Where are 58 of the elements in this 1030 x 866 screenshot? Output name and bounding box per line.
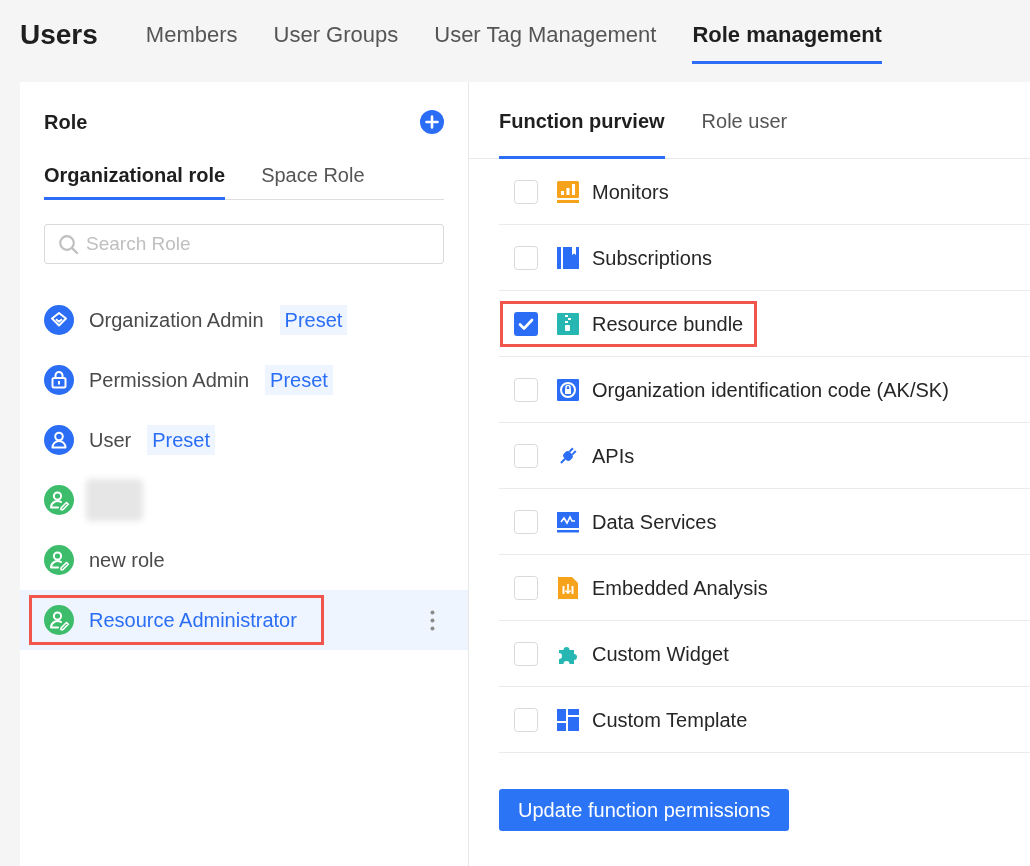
lock-badge-icon (556, 377, 580, 402)
more-icon[interactable] (430, 609, 435, 631)
bar-chart-icon (556, 179, 580, 204)
lock-icon (44, 365, 74, 395)
role-list-item[interactable]: User Preset (20, 410, 468, 470)
function-label: Resource bundle (592, 311, 744, 336)
role-type-tab[interactable]: Space Role (261, 163, 365, 200)
function-label: APIs (592, 443, 635, 468)
preset-badge: Preset (279, 305, 348, 335)
checkbox[interactable] (514, 443, 538, 468)
preset-badge: Preset (265, 365, 333, 395)
role-name: Resource Administrator (89, 608, 297, 632)
function-label: Embedded Analysis (592, 575, 768, 600)
person-edit-icon (44, 545, 74, 575)
role-list-item[interactable]: Permission Admin Preset (20, 350, 468, 410)
person-edit-icon (44, 485, 74, 515)
checkbox[interactable] (514, 707, 538, 732)
role-name: User (89, 428, 132, 452)
role-list-item[interactable]: new role (20, 530, 468, 590)
checkbox[interactable] (514, 311, 538, 336)
function-label: Subscriptions (592, 245, 713, 270)
function-label: Data Services (592, 509, 717, 534)
checkbox[interactable] (514, 179, 538, 204)
function-label: Custom Widget (592, 641, 729, 666)
role-name: new role (89, 548, 165, 572)
person-edit-icon (44, 605, 74, 635)
pulse-chart-icon (556, 509, 580, 534)
page-title: Users (20, 18, 98, 52)
nav-tab[interactable]: User Groups (273, 18, 399, 64)
checkbox[interactable] (514, 377, 538, 402)
panel-tab[interactable]: Role user (701, 109, 788, 159)
update-permissions-button[interactable]: Update function permissions (499, 789, 790, 831)
role-name: Permission Admin (89, 368, 250, 392)
function-label: Custom Template (592, 707, 748, 732)
preset-badge: Preset (147, 425, 216, 455)
search-icon (58, 234, 79, 255)
book-icon (556, 245, 580, 270)
checkbox[interactable] (514, 575, 538, 600)
role-name: Organization Admin (89, 308, 264, 332)
search-field[interactable]: Search Role (44, 224, 444, 264)
role-type-tab[interactable]: Organizational role (44, 163, 226, 200)
add-icon[interactable] (420, 110, 444, 134)
panel-title: Role (44, 110, 88, 134)
role-list-item[interactable]: Resource Administrator (20, 590, 468, 650)
nav-tab[interactable]: Members (145, 18, 238, 64)
role-list-item[interactable]: Organization Admin Preset (20, 290, 468, 350)
zipper-file-icon (556, 311, 580, 336)
panel-tab[interactable]: Function purview (499, 109, 665, 159)
nav-tab[interactable]: User Tag Management (434, 18, 657, 64)
nav-tab[interactable]: Role management (692, 18, 882, 64)
person-icon (44, 425, 74, 455)
function-label: Monitors (592, 179, 669, 204)
checkbox[interactable] (514, 641, 538, 666)
layout-grid-icon (556, 707, 580, 732)
function-label: Organization identification code (AK/SK) (592, 377, 949, 402)
document-chart-icon (556, 575, 580, 600)
checkbox[interactable] (514, 509, 538, 534)
checkbox[interactable] (514, 245, 538, 270)
